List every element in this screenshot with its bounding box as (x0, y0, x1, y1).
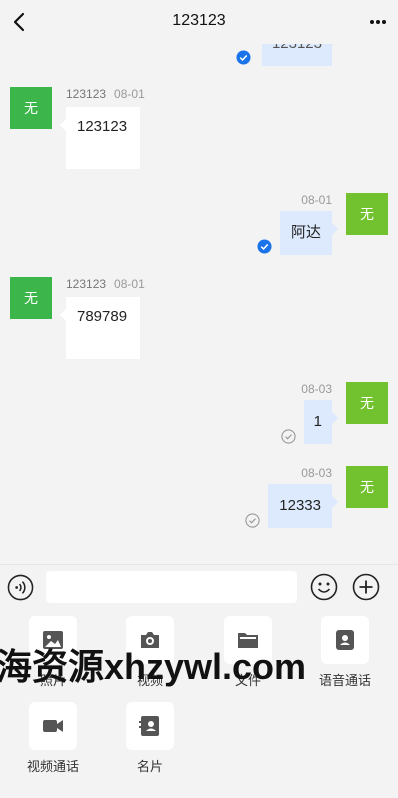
avatar[interactable]: 无 (346, 466, 388, 508)
avatar[interactable]: 无 (346, 382, 388, 424)
message-item: 无 08-03 12333 (0, 466, 398, 536)
tool-label: 语音通话 (318, 673, 371, 688)
message-bubble[interactable]: 123123 (261, 44, 339, 66)
avatar[interactable]: 无 (346, 193, 388, 235)
chat-header: 123123 (0, 0, 398, 44)
tool-label: 名片 (136, 759, 163, 774)
voice-input-icon[interactable] (7, 574, 34, 601)
message-item: 无 08-01 阿达 (0, 193, 398, 263)
message-bubble[interactable]: 123123 (60, 107, 140, 169)
message-bubble[interactable]: 789789 (60, 297, 140, 359)
message-input[interactable] (46, 571, 297, 603)
tool-contact-card[interactable]: 名片 (101, 702, 199, 775)
tool-label: 视频通话 (26, 759, 79, 774)
message-bubble[interactable]: 12333 (268, 484, 338, 528)
message-item: 无 08-03 1 (0, 382, 398, 452)
input-bar (0, 564, 398, 607)
sender-name: 123123 (66, 277, 107, 291)
avatar[interactable]: 无 (10, 277, 52, 319)
sent-check-icon (245, 513, 260, 528)
chat-title: 123123 (172, 12, 226, 29)
tools-panel: 照片 视频 文件 语音通话 视频通话 名片 (0, 606, 398, 798)
watermark: 海资源xhzywl.com (0, 646, 307, 687)
message-bubble[interactable]: 1 (303, 400, 339, 444)
read-check-icon (236, 50, 251, 65)
message-item: 无 123123 08-01 789789 (0, 277, 398, 367)
video-call-icon[interactable] (29, 702, 77, 750)
message-meta: 123123 08-01 (66, 277, 145, 291)
message-item: 无 123123 08-01 123123 (0, 87, 398, 177)
plus-icon[interactable] (352, 573, 380, 601)
tool-voice-call[interactable]: 语音通话 (296, 616, 394, 689)
message-date: 08-03 (301, 382, 332, 396)
more-options-icon[interactable] (368, 10, 388, 34)
message-bubble[interactable]: 阿达 (279, 211, 339, 255)
message-item: 123123 (0, 44, 398, 72)
sent-check-icon (281, 429, 296, 444)
message-meta: 123123 08-01 (66, 87, 145, 101)
voice-call-icon[interactable] (321, 616, 369, 664)
emoji-icon[interactable] (310, 573, 338, 601)
contact-card-icon[interactable] (126, 702, 174, 750)
message-date: 08-01 (114, 87, 145, 101)
tool-video-call[interactable]: 视频通话 (4, 702, 102, 775)
message-date: 08-01 (301, 193, 332, 207)
message-date: 08-03 (301, 466, 332, 480)
message-date: 08-01 (114, 277, 145, 291)
read-check-icon (257, 239, 272, 254)
message-list[interactable]: 123123 无 123123 08-01 123123 无 08-01 阿达 无… (0, 44, 398, 564)
avatar[interactable]: 无 (10, 87, 52, 129)
sender-name: 123123 (66, 87, 107, 101)
